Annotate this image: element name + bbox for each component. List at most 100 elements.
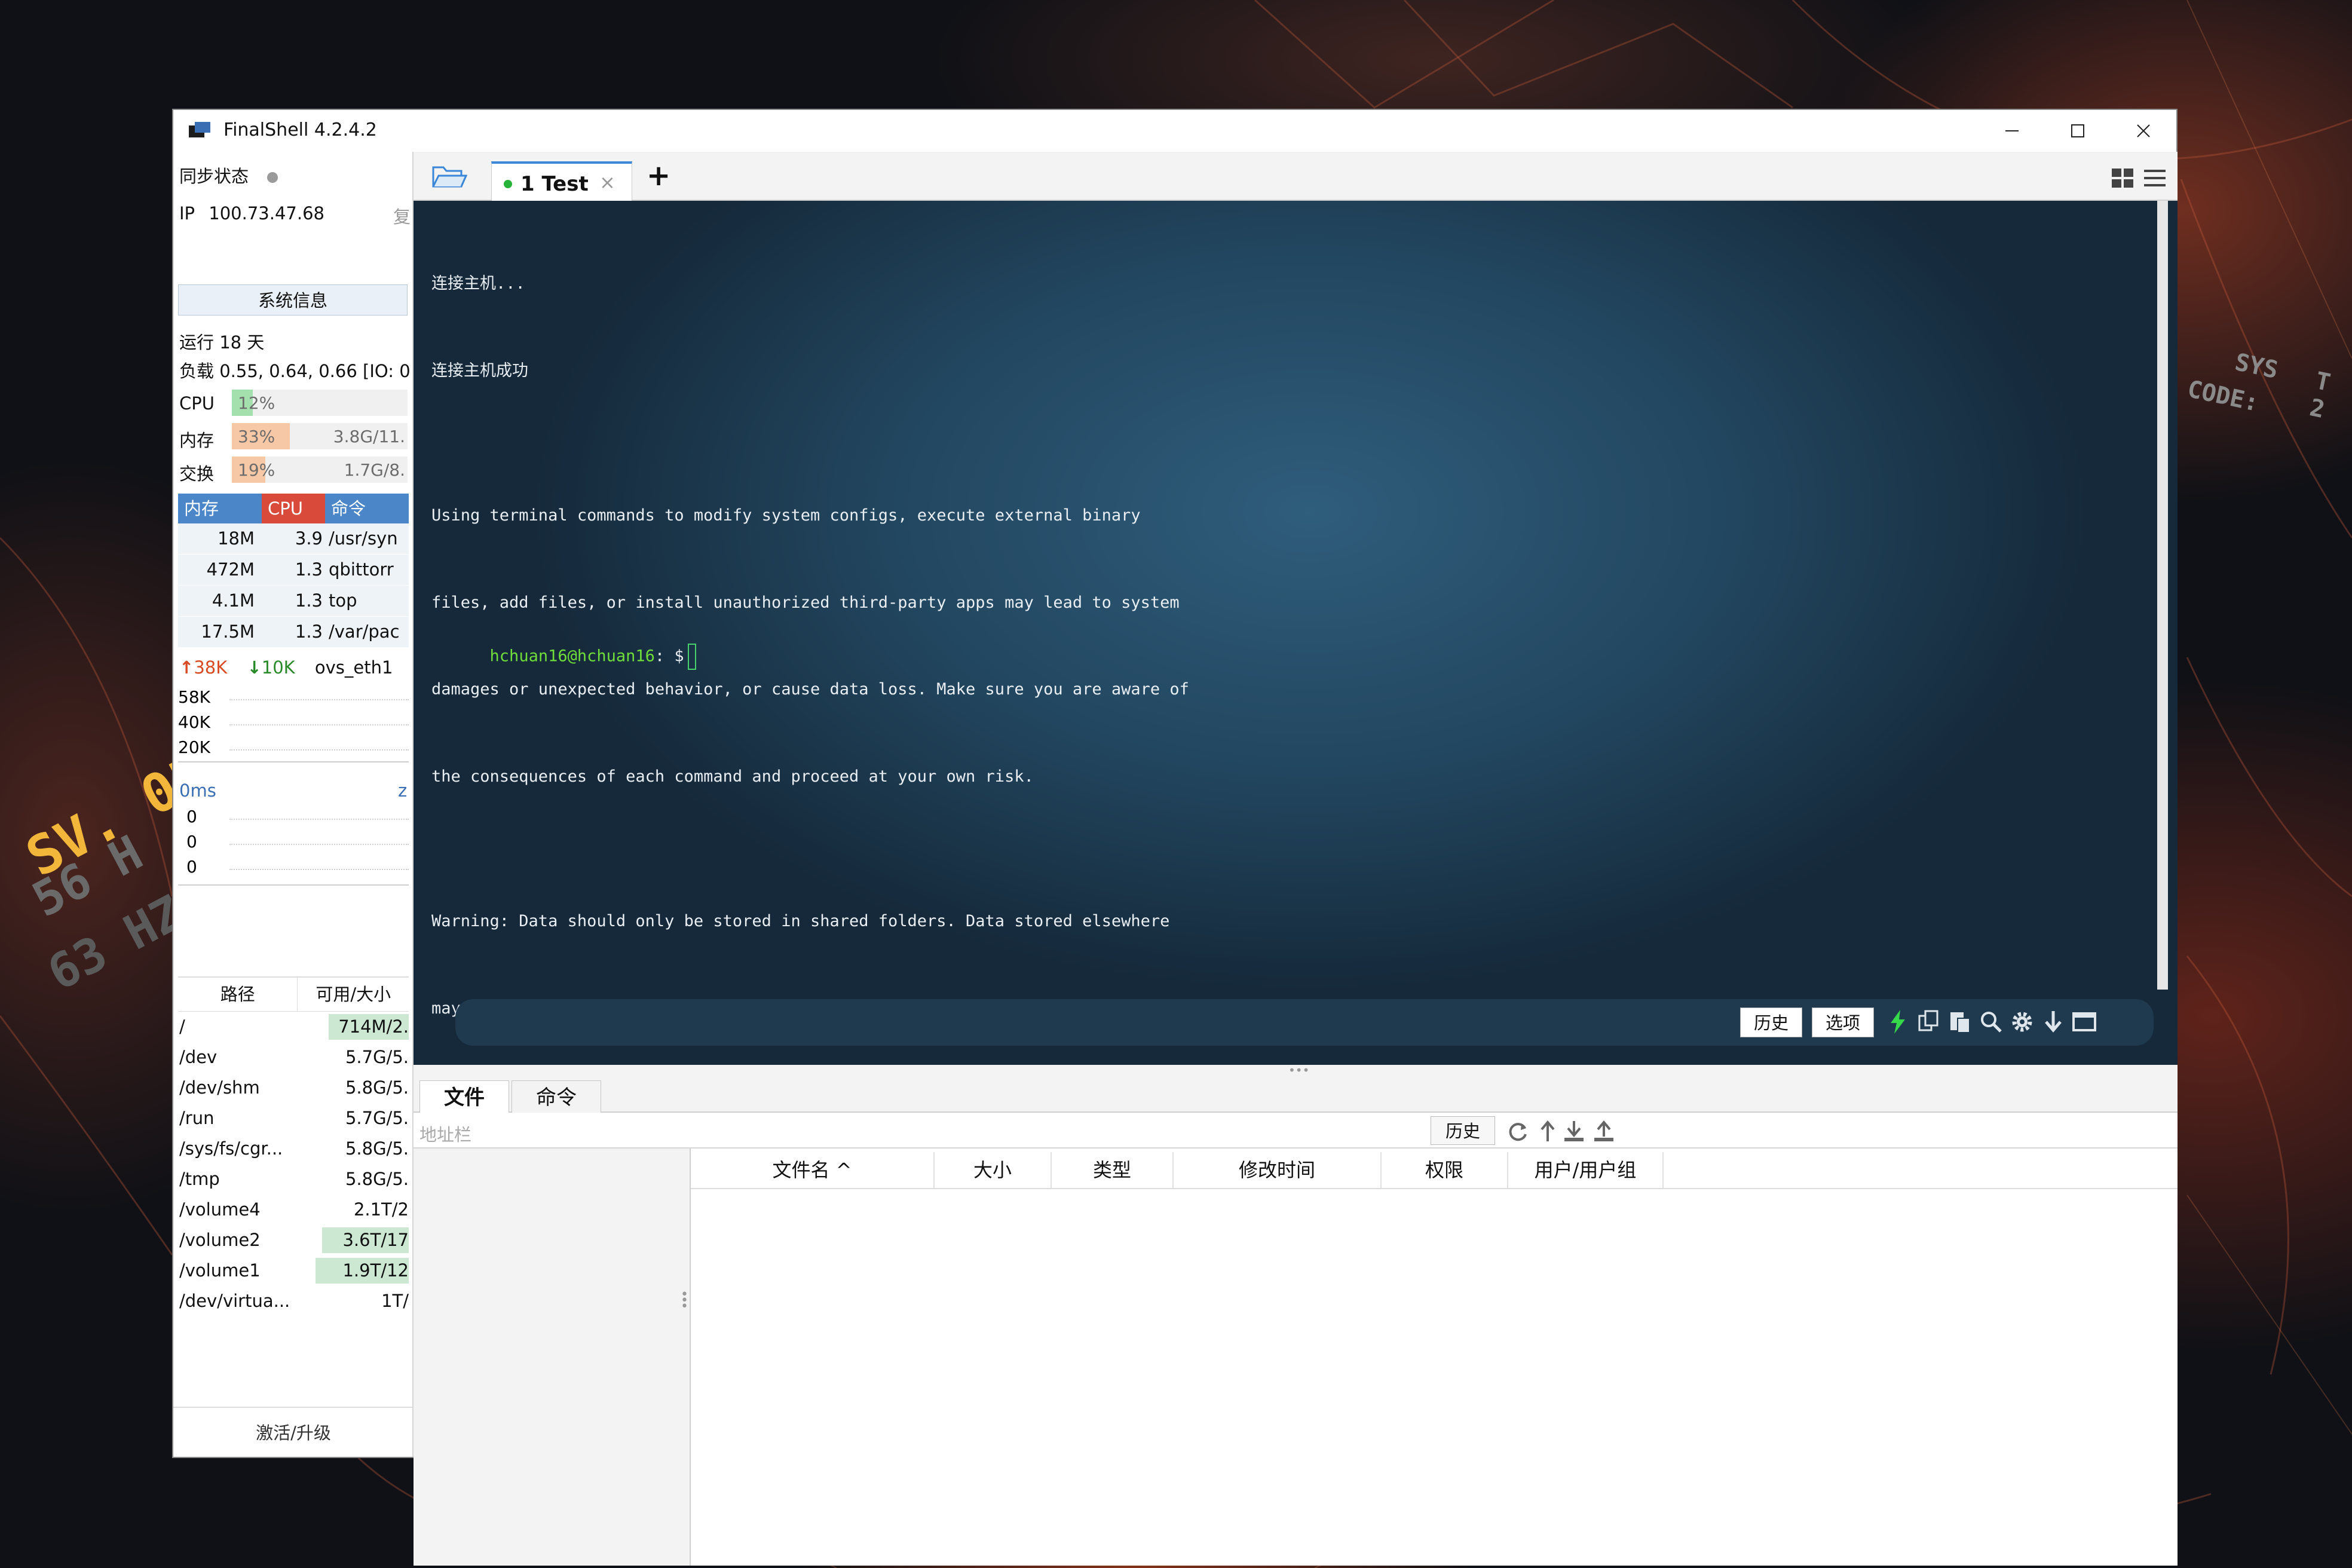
disk-row[interactable]: /run 5.7G/5. xyxy=(178,1103,409,1134)
ip-row: IP 100.73.47.68 xyxy=(179,203,324,223)
process-cpu: 1.3 xyxy=(295,621,323,642)
disk-table: 路径 可用/大小 / 714M/2. /dev 5.7G/5. /dev/shm 5.… xyxy=(178,976,409,1316)
title-bar[interactable]: FinalShell 4.2.4.2 xyxy=(173,110,2176,152)
disk-row[interactable]: /volume2 3.6T/17 xyxy=(178,1225,409,1255)
activate-upgrade-button[interactable]: 激活/升级 xyxy=(173,1407,412,1457)
copy-icon xyxy=(1918,1010,1938,1031)
path-history-button[interactable]: 历史 xyxy=(1431,1116,1495,1145)
disk-col-path[interactable]: 路径 xyxy=(178,978,297,1011)
process-row[interactable]: 472M 1.3 qbittorr xyxy=(178,555,409,586)
terminal-prompt[interactable]: hchuan16@hchuan16: $ xyxy=(431,625,696,688)
disk-row[interactable]: /volume4 2.1T/2 xyxy=(178,1195,409,1225)
net-grid-line xyxy=(229,724,409,725)
system-monitor-panel: 同步状态 IP 100.73.47.68 复 系统信息 运行 18 天 负载 0… xyxy=(173,152,414,1457)
disk-col-available[interactable]: 可用/大小 xyxy=(297,978,409,1011)
layout-grid-button[interactable] xyxy=(2111,167,2134,189)
net-scale-top: 58K xyxy=(178,687,210,707)
disk-available: 5.7G/5. xyxy=(345,1108,409,1128)
settings-button[interactable] xyxy=(2009,1009,2035,1035)
add-tab-button[interactable]: + xyxy=(647,159,670,192)
disk-path: / xyxy=(179,1016,185,1037)
address-input[interactable]: 地址栏 xyxy=(419,1121,471,1146)
hamburger-menu-icon xyxy=(2144,170,2166,186)
download-arrow-icon: ↓ xyxy=(247,657,262,678)
network-interface[interactable]: ovs_eth1 xyxy=(315,657,393,678)
gear-icon xyxy=(2012,1012,2032,1032)
close-button[interactable] xyxy=(2111,110,2176,152)
copy-ip-button[interactable]: 复 xyxy=(393,203,411,228)
ip-value[interactable]: 100.73.47.68 xyxy=(209,203,324,223)
swap-percent: 19% xyxy=(238,460,275,480)
fullscreen-button[interactable] xyxy=(2071,1009,2097,1035)
directory-tree[interactable]: • • • xyxy=(414,1149,691,1566)
process-cpu: 1.3 xyxy=(295,559,323,580)
file-list[interactable]: 文件名 ^ 大小 类型 修改时间 权限 用户/用户组 xyxy=(691,1149,2178,1566)
disk-available: 2.1T/2 xyxy=(353,1199,409,1220)
window-icon xyxy=(2072,1012,2096,1031)
open-folder-button[interactable] xyxy=(431,163,468,189)
tree-resize-handle-icon[interactable]: • • • xyxy=(681,1288,688,1313)
tab-commands[interactable]: 命令 xyxy=(512,1080,601,1114)
col-type[interactable]: 类型 xyxy=(1052,1152,1174,1188)
disk-row[interactable]: /dev/virtua... 1T/ xyxy=(178,1286,409,1316)
address-bar: 地址栏 历史 xyxy=(414,1113,2178,1149)
disk-path: /volume1 xyxy=(179,1260,261,1281)
process-row[interactable]: 18M 3.9 /usr/syn xyxy=(178,523,409,555)
col-owner[interactable]: 用户/用户组 xyxy=(1508,1152,1664,1188)
process-col-cpu[interactable]: CPU xyxy=(262,494,325,523)
lightning-icon xyxy=(1891,1010,1905,1034)
col-permissions[interactable]: 权限 xyxy=(1382,1152,1508,1188)
col-modified[interactable]: 修改时间 xyxy=(1174,1152,1382,1188)
main-menu-button[interactable] xyxy=(2143,167,2167,189)
disk-path: /tmp xyxy=(179,1169,220,1189)
system-info-button[interactable]: 系统信息 xyxy=(178,284,408,316)
download-button[interactable] xyxy=(1562,1120,1586,1144)
process-row[interactable]: 4.1M 1.3 top xyxy=(178,586,409,617)
disk-available: 5.8G/5. xyxy=(345,1077,409,1098)
refresh-button[interactable] xyxy=(1506,1120,1530,1144)
disk-available: 1.9T/12 xyxy=(342,1260,409,1281)
grid-icon xyxy=(2112,169,2133,188)
disk-path: /run xyxy=(179,1108,215,1128)
disk-row[interactable]: /dev/shm 5.8G/5. xyxy=(178,1073,409,1103)
tab-close-icon[interactable]: × xyxy=(599,171,615,194)
tab-files[interactable]: 文件 xyxy=(419,1080,509,1114)
paste-button[interactable] xyxy=(1947,1009,1973,1035)
copy-button[interactable] xyxy=(1916,1009,1942,1035)
process-cmd: /var/pac xyxy=(329,621,400,642)
terminal-scrollbar[interactable] xyxy=(2157,201,2168,990)
process-col-memory[interactable]: 内存 xyxy=(178,494,262,523)
col-filename[interactable]: 文件名 ^ xyxy=(691,1152,935,1188)
net-scale-mid: 40K xyxy=(178,712,210,732)
panel-splitter[interactable]: ••• xyxy=(414,1064,2178,1076)
ip-label: IP xyxy=(179,203,195,223)
prompt-suffix: : $ xyxy=(654,647,684,666)
session-tab-test[interactable]: 1 Test × xyxy=(491,161,632,201)
quick-command-button[interactable] xyxy=(1885,1009,1911,1035)
scroll-bottom-button[interactable] xyxy=(2040,1009,2066,1035)
terminal-toolbar: 历史 选项 xyxy=(455,999,2154,1046)
process-cmd: qbittorr xyxy=(329,559,394,580)
bottom-tab-bar: 文件 命令 xyxy=(414,1076,2178,1114)
terminal-line: 连接主机... xyxy=(431,274,525,293)
process-row[interactable]: 17.5M 1.3 /var/pac xyxy=(178,617,409,648)
disk-row[interactable]: /dev 5.7G/5. xyxy=(178,1042,409,1073)
history-button[interactable]: 历史 xyxy=(1740,1007,1802,1037)
disk-row[interactable]: /volume1 1.9T/12 xyxy=(178,1255,409,1286)
minimize-button[interactable] xyxy=(1979,110,2045,152)
maximize-button[interactable] xyxy=(2045,110,2111,152)
process-col-command[interactable]: 命令 xyxy=(325,494,409,523)
parent-dir-button[interactable] xyxy=(1536,1120,1560,1144)
terminal-view[interactable]: 连接主机... 连接主机成功 Using terminal commands t… xyxy=(414,201,2178,1065)
disk-row[interactable]: /tmp 5.8G/5. xyxy=(178,1164,409,1195)
disk-row[interactable]: /sys/fs/cgr... 5.8G/5. xyxy=(178,1134,409,1164)
ping-grid-line xyxy=(229,844,409,845)
col-size[interactable]: 大小 xyxy=(935,1152,1052,1188)
disk-row[interactable]: / 714M/2. xyxy=(178,1012,409,1042)
window-title: FinalShell 4.2.4.2 xyxy=(223,120,377,140)
ping-target[interactable]: z xyxy=(398,780,407,801)
upload-button[interactable] xyxy=(1592,1120,1616,1144)
options-button[interactable]: 选项 xyxy=(1812,1007,1874,1037)
close-icon xyxy=(2137,124,2150,137)
search-button[interactable] xyxy=(1978,1009,2004,1035)
